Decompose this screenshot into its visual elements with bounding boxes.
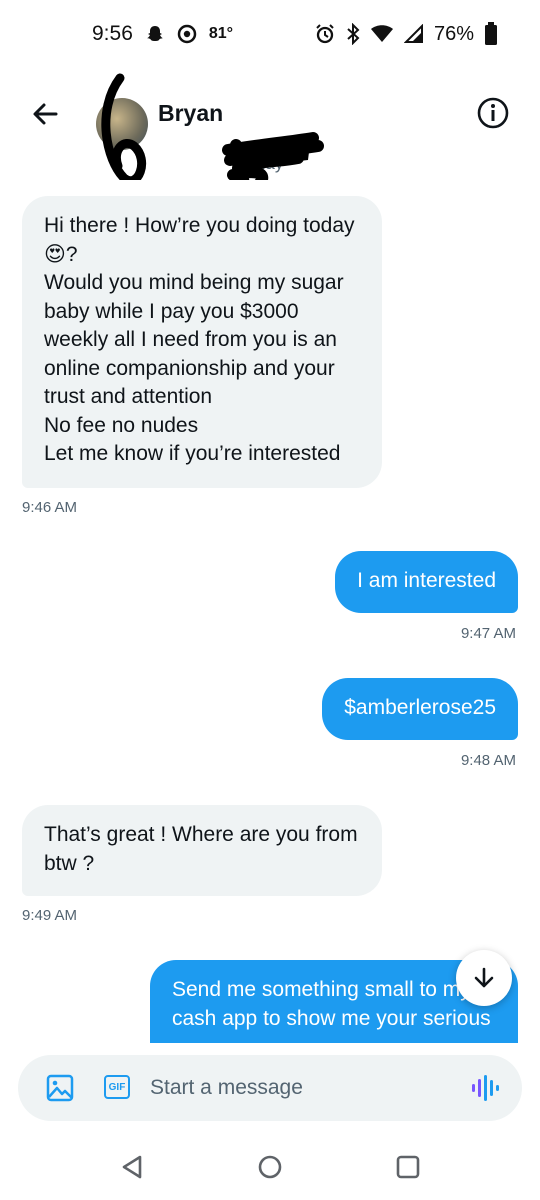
status-right: 76% bbox=[314, 22, 498, 46]
scroll-to-bottom-button[interactable] bbox=[456, 950, 512, 1006]
nav-back-button[interactable] bbox=[120, 1154, 146, 1180]
message-timestamp: 9:49 AM bbox=[22, 907, 78, 924]
battery-percent: 76% bbox=[433, 22, 474, 45]
arrow-left-icon bbox=[33, 103, 58, 125]
message-text: No fee no nudes bbox=[44, 413, 199, 437]
circle-home-icon bbox=[258, 1155, 282, 1179]
message-bubble-outgoing[interactable]: $amberlerose25 bbox=[322, 678, 518, 740]
message-text: btw ? bbox=[44, 851, 95, 875]
message-timestamp: 9:46 AM bbox=[22, 499, 78, 516]
triangle-back-icon bbox=[122, 1155, 142, 1179]
alarm-icon bbox=[314, 23, 336, 45]
status-time: 9:56 bbox=[92, 22, 133, 45]
bluetooth-icon bbox=[346, 23, 360, 45]
message-text: Send me something small to my bbox=[172, 978, 471, 1001]
contact-subtitle: Today bbox=[238, 154, 284, 173]
message-text: $amberlerose25 bbox=[344, 696, 496, 719]
message-text: Hi there ! How’re you doing today bbox=[44, 214, 355, 237]
wifi-icon bbox=[370, 24, 394, 44]
info-icon bbox=[477, 97, 509, 129]
info-button[interactable] bbox=[476, 96, 510, 130]
message-timestamp: 9:47 AM bbox=[460, 625, 516, 642]
nav-home-button[interactable] bbox=[257, 1154, 283, 1180]
message-bubble-incoming[interactable]: That’s great ! Where are you from btw ? bbox=[22, 805, 382, 896]
chrome-icon bbox=[177, 24, 197, 44]
gif-button[interactable]: GIF bbox=[104, 1075, 130, 1099]
media-button[interactable] bbox=[46, 1074, 74, 1102]
message-text: cash app to show me your serious bbox=[172, 1006, 491, 1030]
message-text: trust and attention bbox=[44, 385, 213, 408]
square-recents-icon bbox=[396, 1155, 420, 1179]
message-text: online companionship and your bbox=[44, 356, 335, 380]
voice-wave-icon bbox=[472, 1075, 499, 1101]
status-bar: 9:56 81° 76% bbox=[0, 0, 540, 70]
battery-icon bbox=[484, 22, 498, 46]
message-bubble-incoming[interactable]: Hi there ! How’re you doing today 😍? Wou… bbox=[22, 196, 382, 488]
message-input[interactable] bbox=[150, 1069, 450, 1107]
status-temperature: 81° bbox=[208, 25, 234, 42]
conversation-header: Bryan Today bbox=[0, 70, 540, 180]
message-text: Would you mind being my sugar bbox=[44, 271, 344, 294]
message-text: 😍? bbox=[44, 242, 78, 266]
back-button[interactable] bbox=[28, 96, 64, 132]
status-left: 9:56 81° bbox=[92, 22, 233, 46]
message-text: That’s great ! Where are you from bbox=[44, 823, 358, 846]
message-timestamp: 9:48 AM bbox=[460, 752, 516, 769]
gif-label: GIF bbox=[108, 1081, 126, 1093]
message-text: I am interested bbox=[357, 569, 496, 592]
message-text: weekly all I need from you is an bbox=[44, 328, 337, 351]
snapchat-icon bbox=[145, 24, 165, 44]
message-bubble-outgoing[interactable]: I am interested bbox=[335, 551, 518, 613]
message-text: baby while I pay you $3000 bbox=[44, 299, 299, 323]
contact-name[interactable]: Bryan bbox=[158, 100, 223, 127]
signal-icon bbox=[403, 24, 424, 44]
message-text: Let me know if you’re interested bbox=[44, 442, 341, 465]
avatar[interactable] bbox=[96, 98, 148, 150]
nav-recents-button[interactable] bbox=[395, 1154, 421, 1180]
voice-message-button[interactable] bbox=[470, 1074, 500, 1102]
arrow-down-icon bbox=[474, 967, 494, 988]
image-icon bbox=[46, 1074, 74, 1102]
system-navigation-bar bbox=[0, 1130, 540, 1200]
message-composer: GIF bbox=[18, 1055, 522, 1121]
